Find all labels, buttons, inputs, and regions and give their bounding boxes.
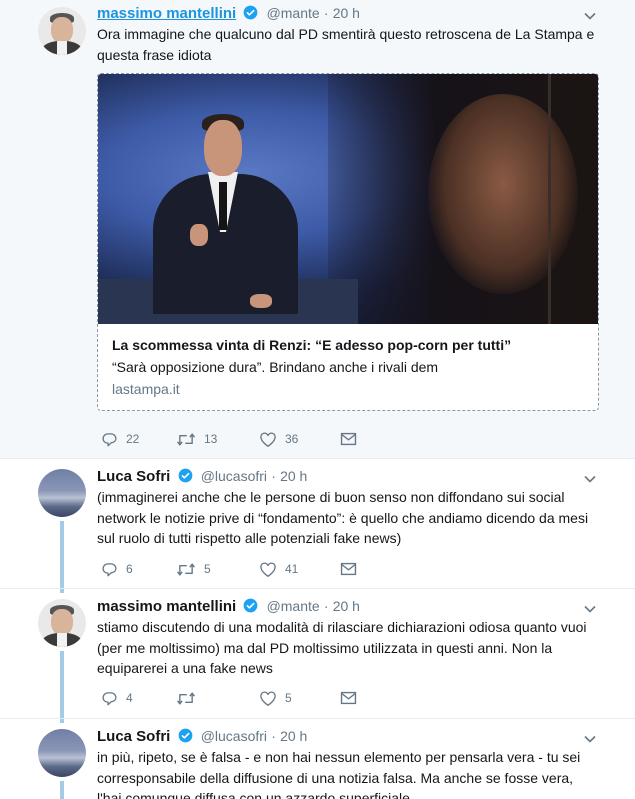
reply-icon [101, 431, 118, 448]
tweet-actions: 22 13 36 [97, 429, 397, 449]
retweet-button[interactable]: 13 [176, 429, 217, 449]
tweet[interactable]: massimo mantellini @mante · 20 h Ora imm… [0, 0, 635, 459]
retweet-count: 13 [204, 432, 218, 446]
timestamp[interactable]: 20 h [280, 468, 307, 484]
link-card[interactable]: La scommessa vinta di Renzi: “E adesso p… [97, 73, 599, 411]
retweet-count: 5 [204, 562, 211, 576]
tweet[interactable]: Luca Sofri @lucasofri · 20 h in più, rip… [0, 719, 635, 799]
author-handle[interactable]: @mante [267, 5, 320, 21]
avatar[interactable] [38, 7, 86, 55]
like-count: 36 [285, 432, 299, 446]
reply-count: 22 [126, 432, 140, 446]
author-handle[interactable]: @mante [267, 598, 320, 614]
reply-button[interactable]: 4 [101, 688, 133, 708]
envelope-icon [340, 562, 357, 576]
heart-icon [259, 561, 277, 578]
tweet-header: massimo mantellini @mante · 20 h [97, 598, 360, 617]
reply-button[interactable]: 6 [101, 559, 133, 579]
like-count: 5 [285, 691, 292, 705]
timestamp[interactable]: 20 h [280, 728, 307, 744]
verified-badge-icon [178, 728, 193, 747]
dm-button[interactable] [340, 688, 357, 708]
separator-dot: · [323, 5, 329, 21]
card-image [98, 74, 598, 324]
dm-button[interactable] [340, 429, 357, 449]
tweet-text: (immaginerei anche che le persone di buo… [97, 489, 589, 546]
dm-button[interactable] [340, 559, 357, 579]
tweet-text: in più, ripeto, se è falsa - e non hai n… [97, 749, 581, 799]
timestamp[interactable]: 20 h [333, 598, 360, 614]
chevron-down-icon[interactable] [583, 9, 597, 23]
tweet-text: Ora immagine che qualcuno dal PD smentir… [97, 26, 595, 63]
verified-badge-icon [243, 598, 258, 617]
verified-badge-icon [243, 5, 258, 24]
card-domain: lastampa.it [112, 381, 180, 397]
author-handle[interactable]: @lucasofri [201, 728, 267, 744]
avatar[interactable] [38, 469, 86, 517]
tweet-actions: 4 5 [97, 688, 397, 708]
envelope-icon [340, 432, 357, 446]
envelope-icon [340, 691, 357, 705]
tweet-header: Luca Sofri @lucasofri · 20 h [97, 468, 307, 487]
author-name[interactable]: Luca Sofri [97, 468, 170, 485]
reply-count: 4 [126, 691, 133, 705]
reply-icon [101, 561, 118, 578]
retweet-icon [176, 690, 196, 707]
like-count: 41 [285, 562, 299, 576]
tweet-actions: 6 5 41 [97, 559, 397, 579]
author-name[interactable]: massimo mantellini [97, 5, 236, 22]
tweet-text: stiamo discutendo di una modalità di ril… [97, 619, 587, 676]
like-button[interactable]: 5 [259, 688, 292, 708]
tweet[interactable]: Luca Sofri @lucasofri · 20 h (immaginere… [0, 459, 635, 589]
avatar[interactable] [38, 729, 86, 777]
heart-icon [259, 690, 277, 707]
separator-dot: · [323, 598, 329, 614]
author-handle[interactable]: @lucasofri [201, 468, 267, 484]
verified-badge-icon [178, 468, 193, 487]
retweet-button[interactable]: 5 [176, 559, 211, 579]
chevron-down-icon[interactable] [583, 472, 597, 486]
separator-dot: · [271, 468, 276, 484]
author-name[interactable]: Luca Sofri [97, 728, 170, 745]
reply-count: 6 [126, 562, 133, 576]
reply-icon [101, 690, 118, 707]
card-description: “Sarà opposizione dura”. Brindano anche … [112, 359, 439, 375]
timestamp[interactable]: 20 h [333, 5, 360, 21]
retweet-icon [176, 431, 196, 448]
separator-dot: · [271, 728, 276, 744]
retweet-icon [176, 561, 196, 578]
tweet-header: massimo mantellini @mante · 20 h [97, 5, 360, 24]
card-title[interactable]: La scommessa vinta di Renzi: “E adesso p… [112, 337, 511, 353]
chevron-down-icon[interactable] [583, 732, 597, 746]
tweet[interactable]: massimo mantellini @mante · 20 h stiamo … [0, 589, 635, 719]
author-name[interactable]: massimo mantellini [97, 598, 236, 615]
avatar[interactable] [38, 599, 86, 647]
chevron-down-icon[interactable] [583, 602, 597, 616]
reply-button[interactable]: 22 [101, 429, 139, 449]
heart-icon [259, 431, 277, 448]
tweet-header: Luca Sofri @lucasofri · 20 h [97, 728, 307, 747]
retweet-button[interactable] [176, 688, 204, 708]
like-button[interactable]: 36 [259, 429, 298, 449]
like-button[interactable]: 41 [259, 559, 298, 579]
